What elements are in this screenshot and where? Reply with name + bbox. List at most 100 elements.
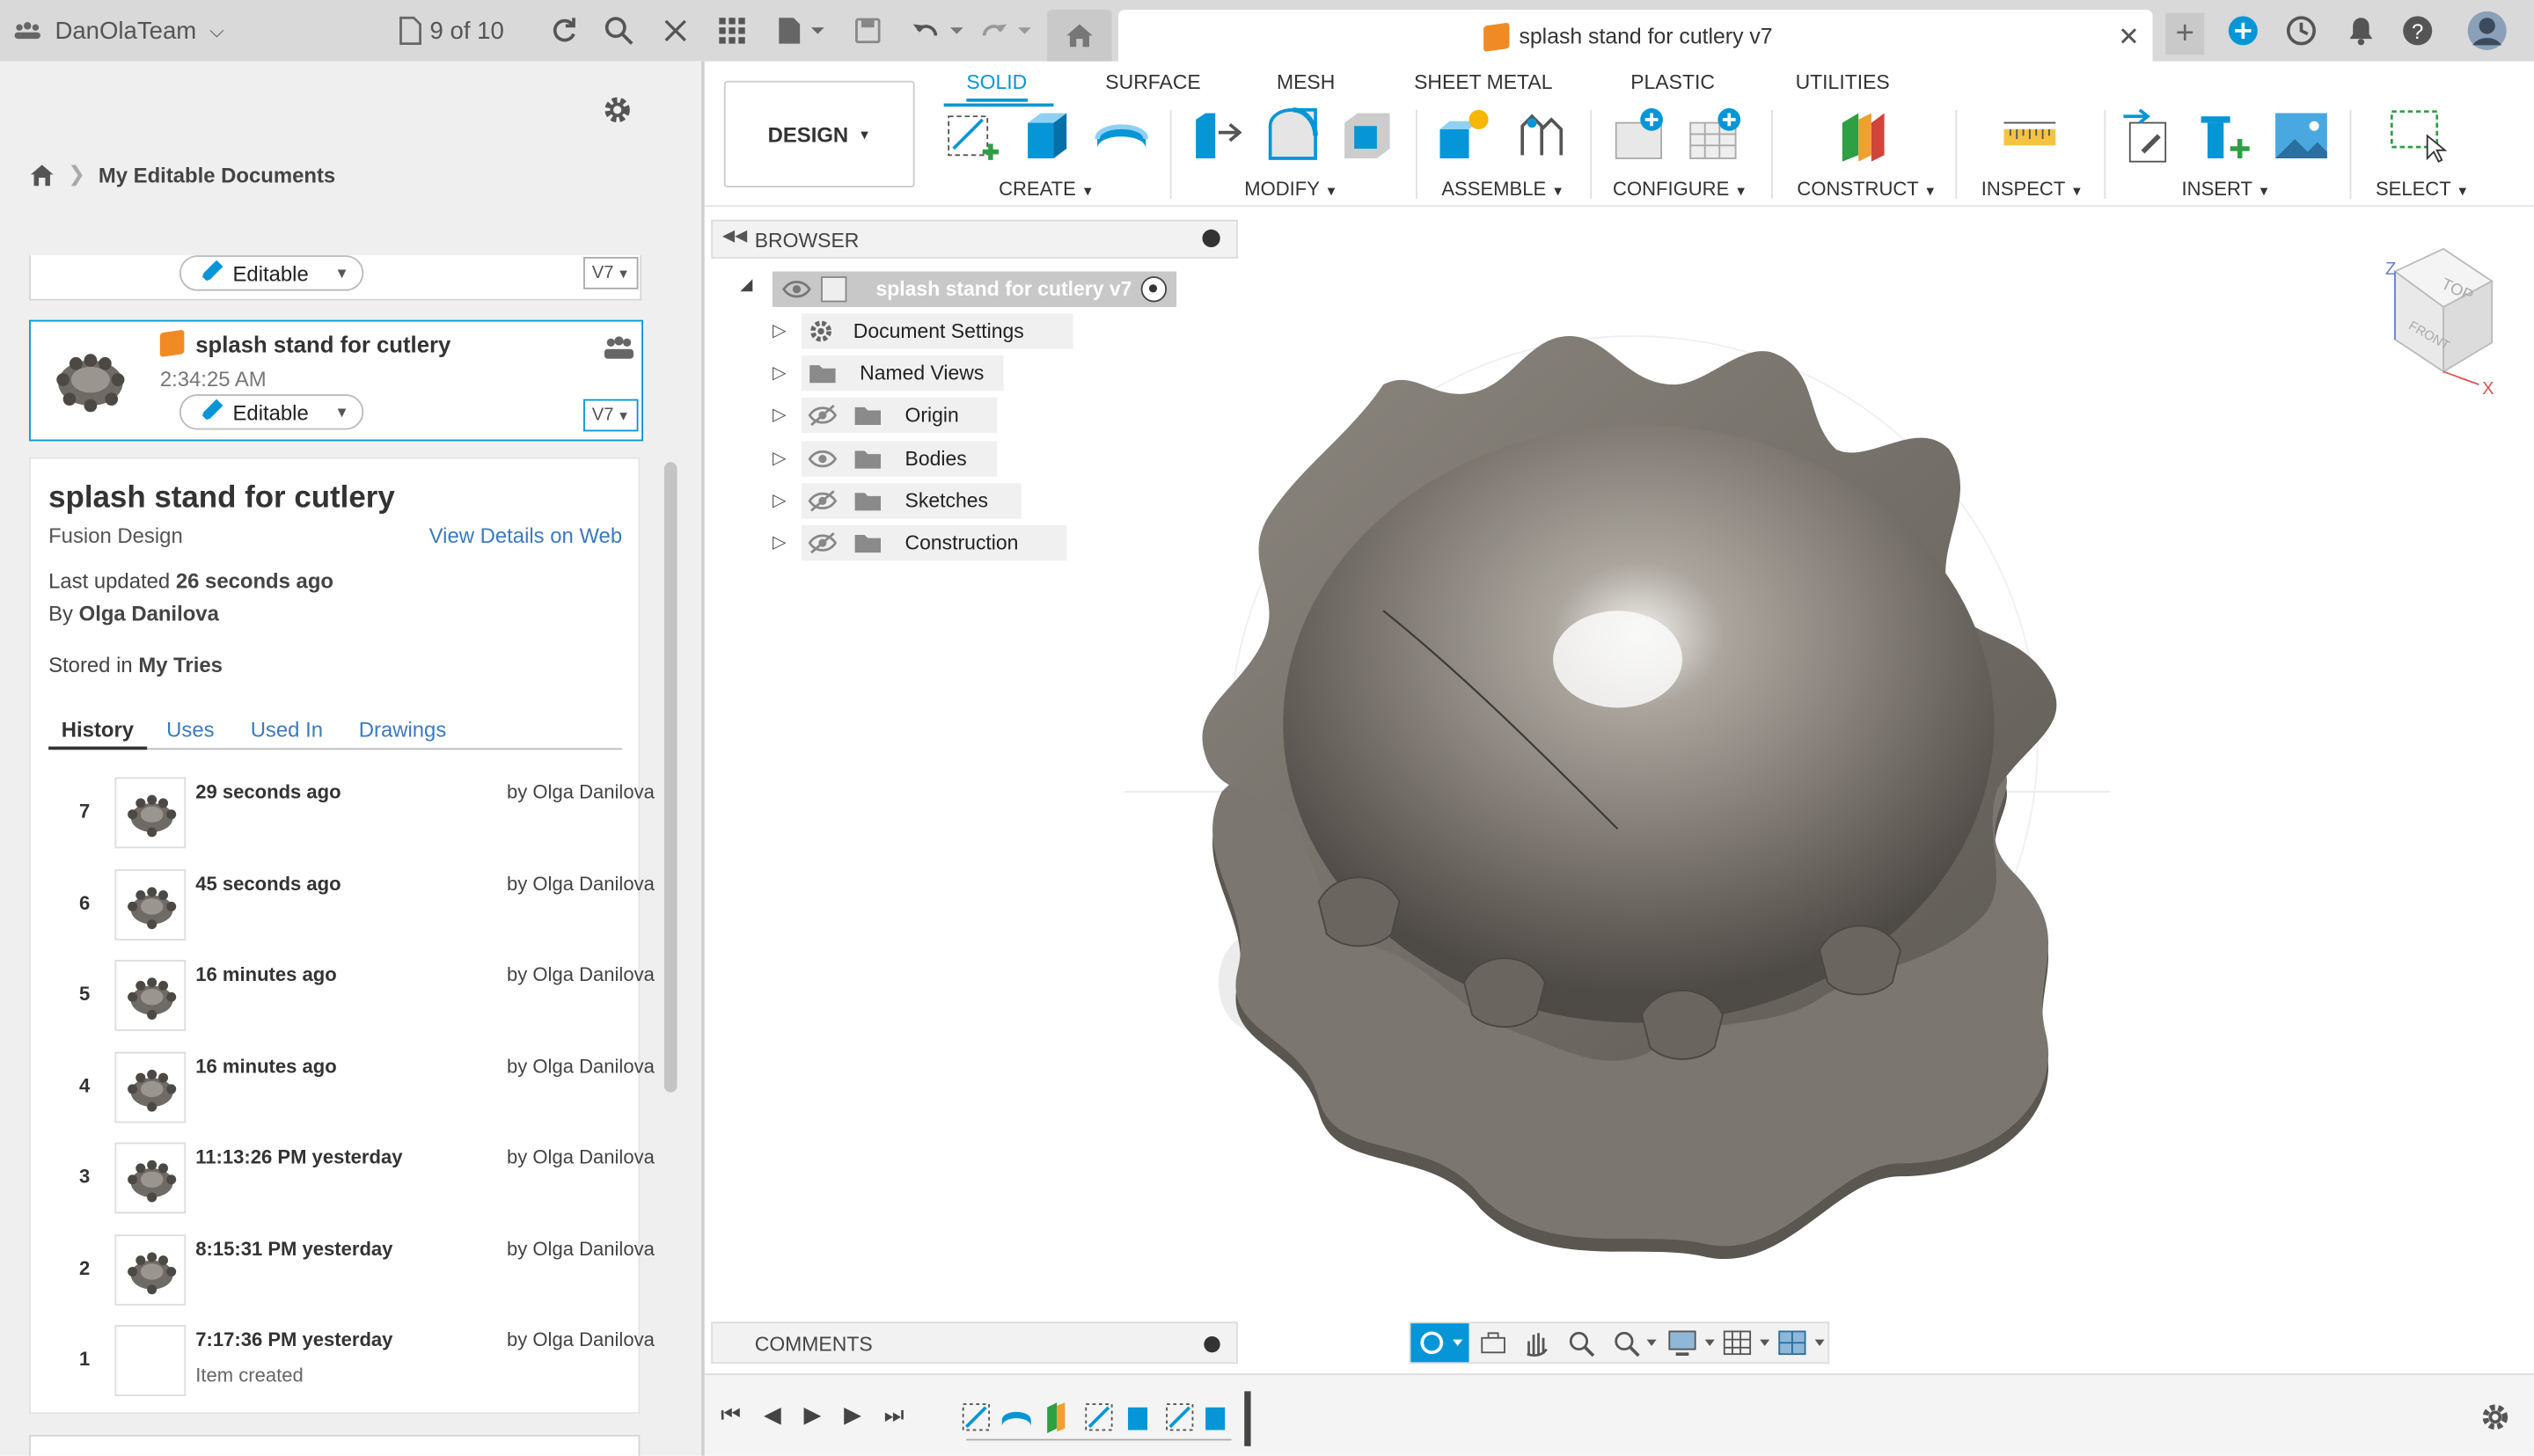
pan-icon[interactable]	[1520, 1328, 1553, 1357]
orbit-button[interactable]	[1410, 1323, 1469, 1363]
history-row[interactable]: 3 11:13:26 PM yesterday by Olga Danilova	[79, 1142, 655, 1233]
insert-menu[interactable]: INSERT ▼	[2182, 178, 2271, 201]
team-switcher[interactable]: DanOlaTeam ⌵	[13, 0, 224, 62]
breadcrumb-current[interactable]: My Editable Documents	[99, 163, 335, 187]
fillet-icon[interactable]	[1263, 106, 1322, 165]
shell-icon[interactable]	[1338, 106, 1396, 165]
document-counter[interactable]: 9 of 10	[398, 0, 504, 62]
document-card-active[interactable]: splash stand for cutlery 2:34:25 AM Edit…	[29, 319, 644, 442]
close-panel-icon[interactable]	[663, 0, 688, 62]
create-sketch-icon[interactable]	[944, 106, 1002, 165]
tab-mesh[interactable]: MESH	[1277, 71, 1335, 94]
help-icon[interactable]: ?	[2401, 0, 2434, 62]
tab-sheet-metal[interactable]: SHEET METAL	[1414, 71, 1552, 94]
expand-icon[interactable]: ▷	[773, 405, 787, 426]
timeline-feature-extrude[interactable]	[1205, 1407, 1226, 1430]
extrude-icon[interactable]	[1018, 106, 1076, 165]
display-settings-icon[interactable]	[1666, 1328, 1718, 1357]
viewport[interactable]: TOP FRONT Z X ◀◀ BROWSER ◢ splash stand …	[704, 207, 2534, 1371]
avatar[interactable]	[2466, 0, 2508, 62]
home-icon[interactable]	[29, 163, 55, 187]
editable-button[interactable]: Editable ▼	[179, 394, 364, 430]
configuration-table-icon[interactable]	[1688, 106, 1746, 165]
notifications-icon[interactable]	[2347, 0, 2376, 62]
browser-item[interactable]: ▷ Origin	[705, 398, 1238, 437]
insert-canvas-icon[interactable]	[2272, 106, 2330, 165]
tab-used-in[interactable]: Used In	[251, 717, 323, 742]
close-tab-icon[interactable]: ✕	[2118, 21, 2140, 54]
joint-icon[interactable]	[1509, 106, 1567, 165]
select-icon[interactable]	[2389, 106, 2447, 165]
search-icon[interactable]	[604, 0, 634, 62]
configure-menu[interactable]: CONFIGURE ▼	[1613, 178, 1747, 201]
timeline-settings-gear-icon[interactable]	[2479, 1401, 2511, 1433]
activate-radio[interactable]	[1140, 276, 1168, 303]
inspect-menu[interactable]: INSPECT ▼	[1981, 178, 2084, 201]
document-card-next[interactable]	[29, 1434, 641, 1456]
new-tab-icon[interactable]: +	[2165, 12, 2205, 55]
browser-root[interactable]: splash stand for cutlery v7	[772, 271, 1177, 307]
shared-users-icon[interactable]	[603, 334, 635, 360]
version-select[interactable]: V7 ▼	[583, 257, 639, 289]
project-link[interactable]: My Tries	[138, 653, 223, 677]
measure-icon[interactable]	[2001, 106, 2059, 165]
collapse-icon[interactable]: ◀◀	[722, 228, 747, 245]
version-select[interactable]: V7 ▼	[583, 399, 639, 432]
assemble-menu[interactable]: ASSEMBLE ▼	[1441, 178, 1564, 201]
browser-item[interactable]: ▷ Sketches	[705, 482, 1238, 522]
configure-icon[interactable]	[1613, 106, 1671, 165]
timeline-feature-extrude[interactable]	[1128, 1407, 1148, 1430]
viewports-icon[interactable]	[1776, 1328, 1828, 1357]
expand-icon[interactable]: ▷	[773, 362, 787, 384]
extensions-icon[interactable]	[2227, 0, 2259, 62]
expand-icon[interactable]: ▷	[773, 489, 787, 510]
browser-item[interactable]: ▷ Document Settings	[705, 313, 1238, 352]
document-tab[interactable]: splash stand for cutlery v7 ✕	[1117, 10, 2153, 65]
press-pull-icon[interactable]	[1190, 106, 1248, 165]
zoom-icon[interactable]	[1566, 1328, 1599, 1357]
tab-solid[interactable]: SOLID	[966, 71, 1028, 102]
add-comment-icon[interactable]	[1204, 1335, 1220, 1353]
grid-settings-icon[interactable]	[1721, 1328, 1773, 1357]
modify-menu[interactable]: MODIFY ▼	[1244, 178, 1337, 201]
browser-item[interactable]: ▷ Construction	[705, 524, 1238, 564]
timeline-feature-sketch[interactable]	[1166, 1403, 1194, 1431]
file-menu-icon[interactable]	[776, 0, 824, 62]
gear-icon[interactable]	[601, 94, 634, 135]
eye-hidden-icon[interactable]	[808, 405, 838, 428]
browser-item[interactable]: ▷ Bodies	[705, 440, 1238, 479]
comments-panel[interactable]: COMMENTS	[711, 1321, 1238, 1365]
timeline-feature-revolve[interactable]	[1001, 1411, 1031, 1427]
step-forward-icon[interactable]: ▶	[844, 1401, 884, 1426]
document-card-previous[interactable]: Editable ▼ V7 ▼	[29, 255, 642, 301]
tab-utilities[interactable]: UTILITIES	[1796, 71, 1890, 94]
scrollbar[interactable]	[663, 462, 677, 1093]
eye-hidden-icon[interactable]	[808, 531, 838, 554]
refresh-icon[interactable]	[549, 0, 578, 62]
home-tab[interactable]	[1047, 10, 1112, 62]
redo-icon[interactable]	[979, 0, 1034, 62]
browser-item[interactable]: ▷ Named Views	[705, 355, 1238, 394]
expand-root-icon[interactable]: ◢	[740, 276, 752, 294]
tab-plastic[interactable]: PLASTIC	[1630, 71, 1715, 94]
workspace-switcher[interactable]: DESIGN ▼	[723, 80, 915, 188]
history-row[interactable]: 7 29 seconds ago by Olga Danilova	[79, 777, 655, 867]
eye-icon[interactable]	[782, 278, 811, 301]
expand-icon[interactable]: ▷	[773, 531, 787, 552]
revolve-icon[interactable]	[1093, 106, 1151, 165]
offset-plane-icon[interactable]	[1835, 106, 1893, 165]
history-row[interactable]: 5 16 minutes ago by Olga Danilova	[79, 959, 655, 1050]
save-icon[interactable]	[853, 0, 883, 62]
look-at-icon[interactable]	[1479, 1330, 1508, 1356]
timeline-feature-plane[interactable]	[1047, 1402, 1066, 1434]
history-row[interactable]: 1 7:17:36 PM yesterday by Olga Danilova Ite…	[79, 1325, 655, 1416]
apps-grid-icon[interactable]	[717, 0, 746, 62]
tab-drawings[interactable]: Drawings	[359, 717, 447, 742]
tab-uses[interactable]: Uses	[166, 717, 214, 742]
browser-header[interactable]: ◀◀ BROWSER	[711, 219, 1238, 259]
tab-history[interactable]: History	[48, 717, 147, 750]
construct-menu[interactable]: CONSTRUCT ▼	[1797, 178, 1937, 201]
view-cube[interactable]: TOP FRONT Z X	[2353, 239, 2498, 401]
tab-surface[interactable]: SURFACE	[1105, 71, 1200, 94]
new-component-icon[interactable]	[1435, 106, 1493, 165]
